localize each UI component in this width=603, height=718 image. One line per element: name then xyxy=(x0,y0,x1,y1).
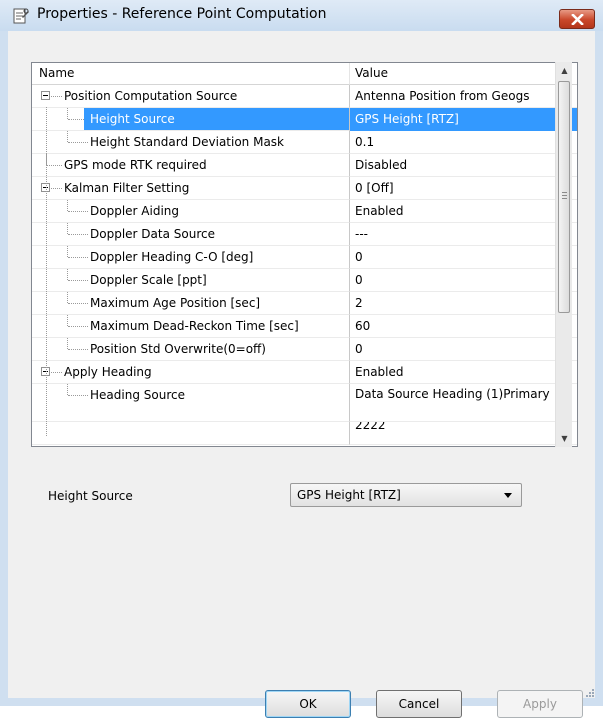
title-bar[interactable]: Properties - Reference Point Computation xyxy=(0,0,603,31)
property-name: Apply Heading xyxy=(64,365,152,379)
window-title: Properties - Reference Point Computation xyxy=(37,6,327,22)
dropdown-selected-value: GPS Height [RTZ] xyxy=(297,488,401,502)
property-name: Maximum Dead-Reckon Time [sec] xyxy=(90,319,299,333)
property-value-cell[interactable]: 0 [Off] xyxy=(350,177,577,200)
grid-row[interactable]: Doppler Scale [ppt] 0 xyxy=(32,269,577,292)
property-name: GPS mode RTK required xyxy=(64,158,207,172)
grid-row[interactable]: Kalman Filter Setting 0 [Off] xyxy=(32,177,577,200)
property-value-cell[interactable]: GPS Height [RTZ] xyxy=(350,108,577,131)
close-button[interactable] xyxy=(559,9,595,29)
grid-row[interactable]: Doppler Heading C-O [deg] 0 xyxy=(32,246,577,269)
property-value-cell[interactable]: Antenna Position from Geogs xyxy=(350,85,577,108)
property-name-cell[interactable]: Doppler Data Source xyxy=(32,223,350,246)
property-name-cell[interactable]: Height Source xyxy=(32,108,350,131)
dialog-body: Name Value Position Computation Source An… xyxy=(8,31,595,718)
scroll-thumb[interactable] xyxy=(558,81,570,313)
resize-grip-icon[interactable] xyxy=(585,688,595,698)
properties-icon xyxy=(13,8,29,24)
property-name: Kalman Filter Setting xyxy=(64,181,190,195)
editor-label: Height Source xyxy=(48,489,133,503)
property-name-cell[interactable]: Apply Heading xyxy=(32,361,350,384)
grid-row[interactable]: Heading Source Data Source Heading (1)Pri… xyxy=(32,384,577,422)
grid-row[interactable]: Height Source GPS Height [RTZ] xyxy=(32,108,577,131)
property-name-cell[interactable]: Doppler Scale [ppt] xyxy=(32,269,350,292)
property-name-cell[interactable]: Position Std Overwrite(0=off) xyxy=(32,338,350,361)
property-value-cell[interactable]: 0 xyxy=(350,269,577,292)
grid-row[interactable]: GPS mode RTK required Disabled xyxy=(32,154,577,177)
property-name: Position Computation Source xyxy=(64,89,238,103)
property-name-cell[interactable] xyxy=(32,422,350,445)
vertical-scrollbar[interactable]: ▲ ▼ xyxy=(555,62,572,447)
property-value-cell[interactable]: Enabled xyxy=(350,200,577,223)
scroll-down-arrow-icon[interactable]: ▼ xyxy=(556,430,573,447)
close-icon xyxy=(571,14,584,25)
chevron-down-icon xyxy=(504,493,512,498)
grid-row[interactable]: Position Computation Source Antenna Posit… xyxy=(32,85,577,108)
grid-row[interactable]: Maximum Dead-Reckon Time [sec] 60 xyxy=(32,315,577,338)
property-value-cell[interactable]: 0 xyxy=(350,338,577,361)
property-name-cell[interactable]: GPS mode RTK required xyxy=(32,154,350,177)
grid-row[interactable]: Maximum Age Position [sec] 2 xyxy=(32,292,577,315)
property-value-cell[interactable]: Enabled xyxy=(350,361,577,384)
property-name-cell[interactable]: Position Computation Source xyxy=(32,85,350,108)
column-header-name[interactable]: Name xyxy=(32,63,350,85)
property-value-cell[interactable]: 2222 xyxy=(350,422,577,445)
property-name-cell[interactable]: Doppler Aiding xyxy=(32,200,350,223)
column-header-value[interactable]: Value xyxy=(350,63,577,85)
property-name-cell[interactable]: Kalman Filter Setting xyxy=(32,177,350,200)
property-value-cell[interactable]: 60 xyxy=(350,315,577,338)
apply-button[interactable]: Apply xyxy=(497,690,583,718)
collapse-icon[interactable] xyxy=(41,91,50,100)
grid-row[interactable]: Doppler Data Source --- xyxy=(32,223,577,246)
property-value-cell[interactable]: Data Source Heading (1)Primary xyxy=(350,384,577,422)
grid-row[interactable]: Doppler Aiding Enabled xyxy=(32,200,577,223)
property-name: Doppler Data Source xyxy=(90,227,215,241)
property-name: Doppler Aiding xyxy=(90,204,179,218)
property-name-cell[interactable]: Maximum Age Position [sec] xyxy=(32,292,350,315)
properties-dialog: Properties - Reference Point Computation… xyxy=(0,0,603,718)
property-value-cell[interactable]: Disabled xyxy=(350,154,577,177)
property-name: Height Source xyxy=(84,108,349,130)
cancel-button[interactable]: Cancel xyxy=(376,690,462,718)
property-value-cell[interactable]: 0.1 xyxy=(350,131,577,154)
property-name: Doppler Heading C-O [deg] xyxy=(90,250,254,264)
ok-button[interactable]: OK xyxy=(265,690,351,718)
property-value-cell[interactable]: --- xyxy=(350,223,577,246)
property-name-cell[interactable]: Height Standard Deviation Mask xyxy=(32,131,350,154)
property-value-cell[interactable]: 2 xyxy=(350,292,577,315)
scroll-up-arrow-icon[interactable]: ▲ xyxy=(556,62,573,79)
grid-row[interactable]: Apply Heading Enabled xyxy=(32,361,577,384)
property-name: Heading Source xyxy=(90,388,185,402)
property-name: Doppler Scale [ppt] xyxy=(90,273,207,287)
property-grid[interactable]: Name Value Position Computation Source An… xyxy=(31,62,578,447)
property-value-cell[interactable]: 0 xyxy=(350,246,577,269)
property-name: Position Std Overwrite(0=off) xyxy=(90,342,266,356)
property-name-cell[interactable]: Doppler Heading C-O [deg] xyxy=(32,246,350,269)
grid-row[interactable]: Height Standard Deviation Mask 0.1 xyxy=(32,131,577,154)
height-source-dropdown[interactable]: GPS Height [RTZ] xyxy=(290,483,522,507)
property-name: Height Standard Deviation Mask xyxy=(90,135,285,149)
property-name: Maximum Age Position [sec] xyxy=(90,296,261,310)
grid-row[interactable]: Position Std Overwrite(0=off) 0 xyxy=(32,338,577,361)
property-name-cell[interactable]: Maximum Dead-Reckon Time [sec] xyxy=(32,315,350,338)
grid-row[interactable]: 2222 xyxy=(32,422,577,445)
property-name-cell[interactable]: Heading Source xyxy=(32,384,350,422)
